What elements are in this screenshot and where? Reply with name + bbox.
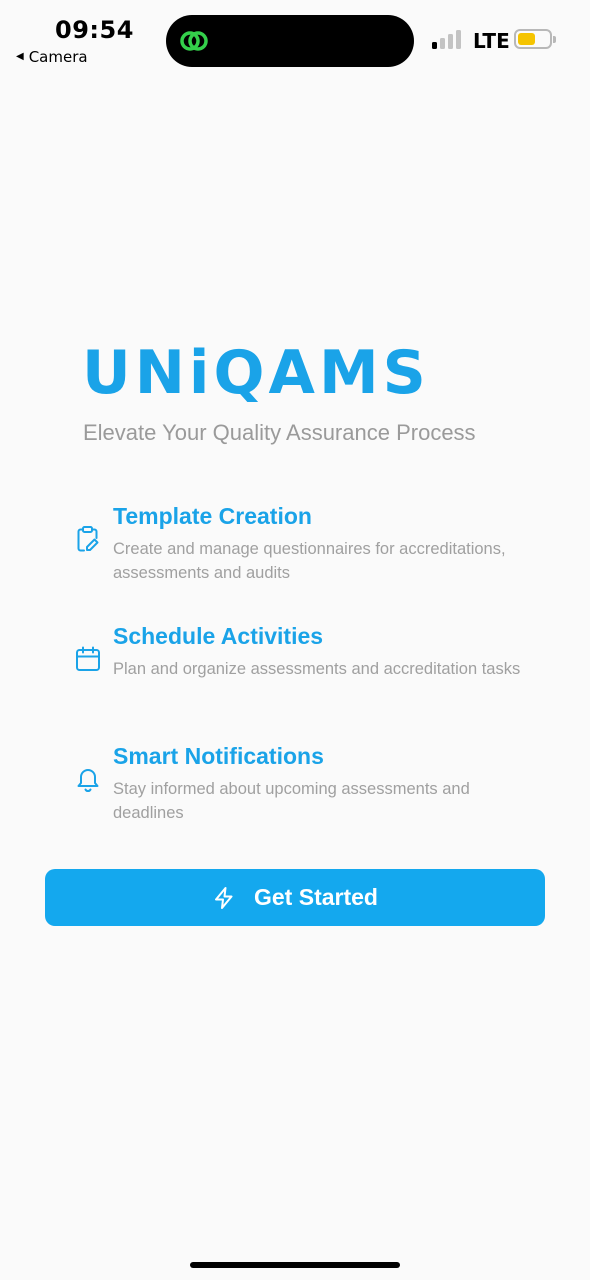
app-logo-title: UNiQAMS [82, 338, 430, 408]
clipboard-edit-icon [77, 526, 99, 552]
cellular-signal-icon [432, 30, 461, 49]
battery-icon [514, 29, 556, 49]
feature-description: Stay informed about upcoming assessments… [113, 780, 470, 822]
network-type: LTE [473, 29, 510, 53]
back-to-app-button[interactable]: ◀ Camera [16, 48, 88, 66]
feature-title: Smart Notifications [113, 743, 324, 769]
back-app-label: Camera [28, 48, 88, 66]
get-started-button[interactable]: Get Started [45, 869, 545, 926]
feature-title: Schedule Activities [113, 623, 324, 649]
dynamic-island[interactable] [166, 15, 414, 67]
link-rings-icon [180, 31, 208, 51]
calendar-icon [76, 646, 100, 671]
bell-icon [77, 769, 99, 792]
back-triangle-icon: ◀ [16, 51, 24, 62]
home-indicator[interactable] [190, 1262, 400, 1268]
feature-description: Plan and organize assessments and accred… [113, 660, 521, 678]
feature-title: Template Creation [113, 503, 312, 529]
status-time: 09:54 [55, 16, 134, 44]
lightning-icon [215, 886, 233, 909]
welcome-screen: 09:54 ◀ Camera LTE UNiQAMS Elevate Your … [0, 0, 590, 1280]
feature-description: Create and manage questionnaires for acc… [113, 540, 506, 582]
app-tagline: Elevate Your Quality Assurance Process [83, 420, 476, 445]
get-started-label: Get Started [254, 884, 378, 910]
